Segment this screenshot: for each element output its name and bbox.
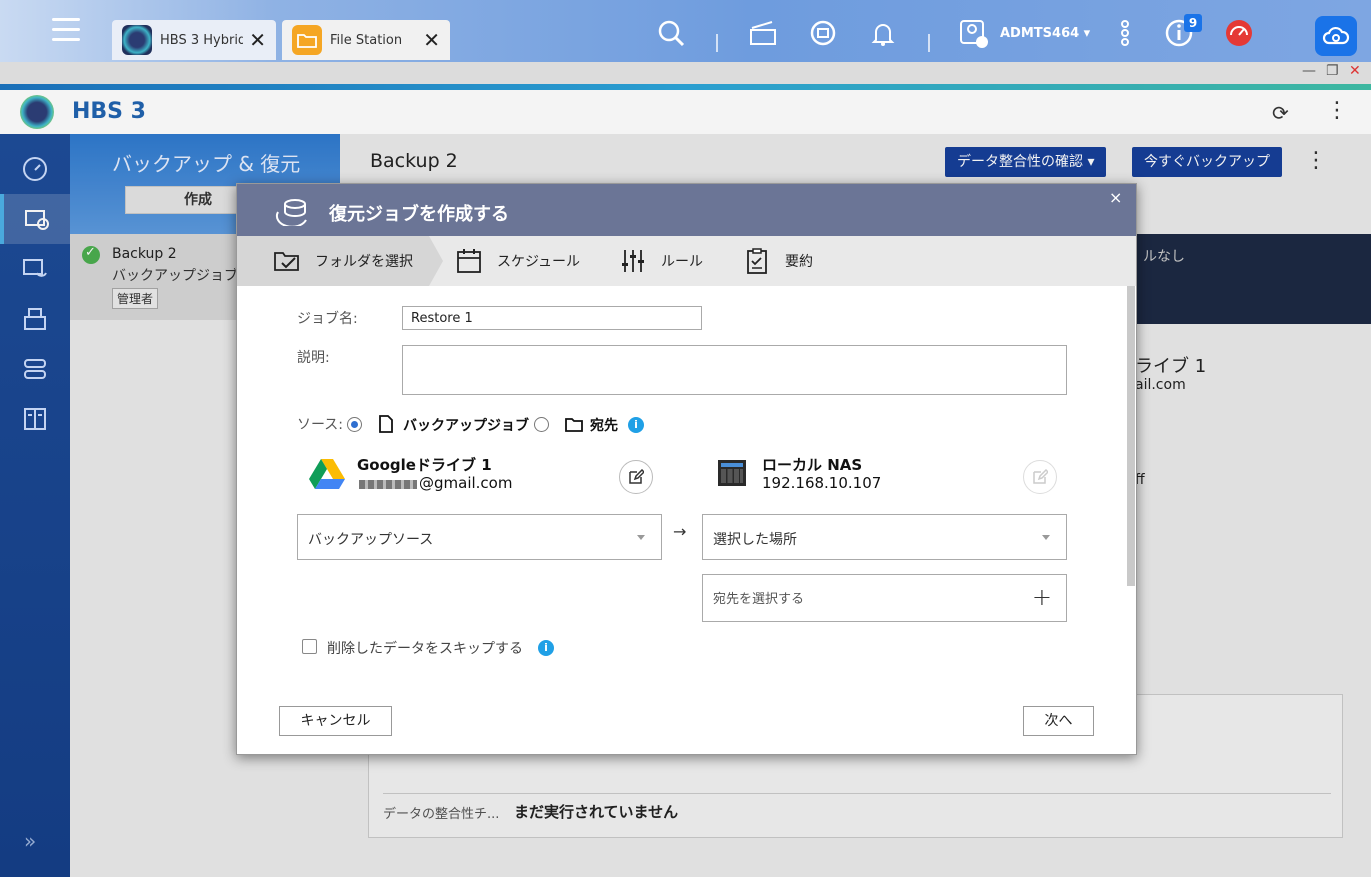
step-summary[interactable]: 要約 [743,236,813,286]
source-account-name: Googleドライブ 1 [357,456,492,474]
clipboard-icon [747,248,767,274]
app-header: HBS 3 ⟳ ⋮ [0,90,1371,134]
hbs3-app-icon [122,25,152,55]
edit-source-button[interactable] [619,460,653,494]
step-schedule[interactable]: スケジュール [455,236,580,286]
media-icon[interactable] [748,18,778,48]
notification-badge: 9 [1184,14,1202,32]
hbs-logo-icon [20,95,54,129]
edit-icon [1033,469,1048,484]
select-value: 選択した場所 [713,532,797,548]
add-icon[interactable]: + [1032,583,1052,611]
wizard-steps: フォルダを選択 スケジュール ルール 要約 [237,236,1136,286]
close-icon[interactable]: × [1109,188,1122,207]
close-icon[interactable]: ✕ [423,28,440,52]
description-label: 説明: [297,350,330,366]
separator [716,34,718,52]
source-radio-backup-job[interactable] [347,417,362,432]
destination-picker[interactable]: 宛先を選択する + [702,574,1067,622]
close-icon[interactable]: ✕ [249,28,266,52]
description-input[interactable] [402,345,1067,395]
step-label: ルール [661,254,703,270]
restore-icon [275,199,307,226]
select-value: バックアップソース [308,532,434,548]
redacted-email-prefix [359,480,417,489]
app-title: HBS 3 [72,99,146,124]
dialog-title: 復元ジョブを作成する [329,204,509,225]
tab-label: File Station [330,32,403,48]
tab-file-station[interactable]: File Station ✕ [282,20,450,60]
folder-icon [565,418,583,432]
dialog-scrollbar[interactable] [1127,286,1135,586]
tab-label: HBS 3 Hybrid ... [160,32,244,48]
folder-check-icon [274,252,299,271]
refresh-icon[interactable]: ⟳ [1272,101,1289,125]
step-label: 要約 [785,254,813,270]
file-icon [379,415,393,433]
destination-picker-placeholder: 宛先を選択する [713,592,805,607]
user-menu[interactable]: ADMTS464 ▾ [1000,26,1090,41]
minimize-icon[interactable]: — [1302,63,1316,79]
window-strip: — ❐ ✕ [0,62,1371,84]
edit-destination-button [1023,460,1057,494]
skip-deleted-checkbox[interactable] [302,639,317,654]
tab-hbs3[interactable]: HBS 3 Hybrid ... ✕ [112,20,276,60]
info-icon[interactable]: i [628,417,644,433]
chevron-down-icon [637,535,645,540]
search-icon[interactable] [656,18,686,48]
dest-account-name: ローカル NAS [762,456,863,474]
source-option-backup-job: バックアップジョブ [403,418,529,434]
step-label: フォルダを選択 [315,254,413,270]
destination-select[interactable]: 選択した場所 [702,514,1067,560]
info-icon[interactable]: i [538,640,554,656]
more-vertical-icon[interactable]: ⋮ [1326,98,1348,123]
user-icon[interactable] [958,18,988,48]
job-name-input[interactable] [402,306,702,330]
folder-app-icon [292,25,322,55]
resource-monitor-icon[interactable] [1224,18,1254,48]
edit-icon [629,469,644,484]
step-label: スケジュール [497,254,581,270]
next-button[interactable]: 次へ [1023,706,1094,736]
dest-account-ip: 192.168.10.107 [762,474,882,492]
nas-icon [718,460,746,486]
dialog-header: 復元ジョブを作成する × [237,184,1136,236]
skip-deleted-label: 削除したデータをスキップする [327,641,523,657]
desktop-topbar: HBS 3 Hybrid ... ✕ File Station ✕ ADMTS4… [0,0,1371,62]
calendar-icon [457,249,481,273]
cancel-button[interactable]: キャンセル [279,706,392,736]
step-rules[interactable]: ルール [619,236,703,286]
arrow-right-icon: → [673,522,687,541]
close-icon[interactable]: ✕ [1349,63,1361,79]
chevron-down-icon [1042,535,1050,540]
separator [928,34,930,52]
more-vertical-icon[interactable] [1110,18,1140,48]
source-option-destination: 宛先 [590,418,618,434]
restore-icon[interactable]: ❐ [1326,63,1339,79]
bell-icon[interactable] [868,18,898,48]
sync-icon[interactable] [808,18,838,48]
job-name-label: ジョブ名: [297,311,358,327]
source-radio-destination[interactable] [534,417,549,432]
backup-source-select[interactable]: バックアップソース [297,514,662,560]
sliders-icon [622,250,644,272]
google-drive-icon [309,459,345,489]
source-account-email: @gmail.com [419,474,513,492]
main-menu-icon[interactable] [52,18,80,44]
restore-job-dialog: 復元ジョブを作成する × フォルダを選択 スケジュール ルール 要約 ジョブ名:… [236,183,1137,755]
step-select-folder[interactable]: フォルダを選択 [273,236,413,286]
cloud-icon[interactable] [1315,16,1357,56]
source-label: ソース: [297,417,344,433]
